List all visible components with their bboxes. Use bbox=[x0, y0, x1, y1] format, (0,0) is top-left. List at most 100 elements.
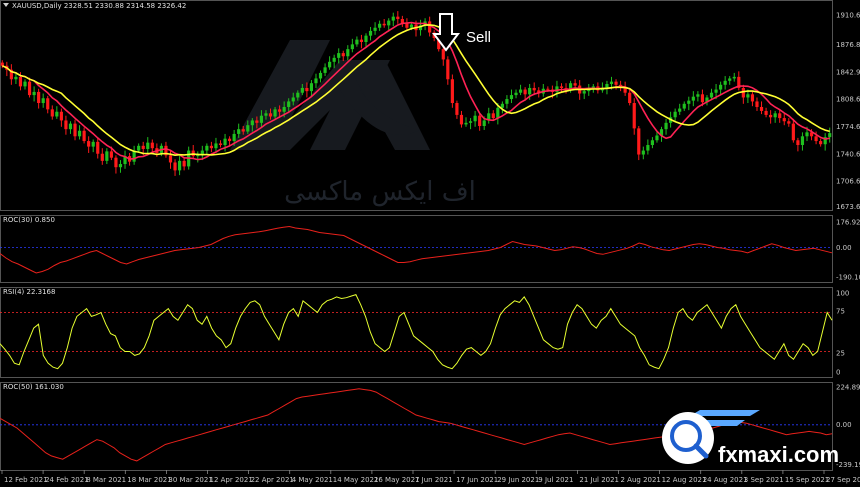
candle-body bbox=[646, 145, 650, 151]
candle-body bbox=[177, 160, 182, 171]
candle-body bbox=[96, 141, 100, 154]
candle-body bbox=[355, 39, 359, 45]
candle-body bbox=[528, 87, 532, 95]
candle-body bbox=[291, 97, 295, 102]
candle-body bbox=[228, 138, 232, 142]
candle-body bbox=[632, 103, 636, 129]
candle-body bbox=[64, 120, 68, 130]
candle-body bbox=[409, 24, 414, 28]
candle-body bbox=[787, 121, 791, 124]
candle-body bbox=[791, 123, 795, 141]
candle-body bbox=[314, 78, 318, 84]
candle-body bbox=[828, 133, 832, 138]
y-tick-label: 1808.60 bbox=[836, 96, 860, 104]
candle-body bbox=[341, 53, 345, 57]
candle-body bbox=[741, 87, 745, 98]
candle-body bbox=[464, 122, 468, 125]
candle-body bbox=[328, 61, 332, 68]
candle-body bbox=[268, 113, 273, 117]
candle-body bbox=[546, 88, 550, 90]
dropdown-triangle-icon[interactable] bbox=[3, 3, 9, 7]
candle-body bbox=[32, 91, 36, 96]
candle-body bbox=[250, 120, 254, 126]
candle-body bbox=[687, 100, 691, 104]
candle-body bbox=[300, 87, 304, 93]
x-tick-label: 14 May 2021 bbox=[333, 476, 379, 484]
candle-body bbox=[87, 141, 91, 147]
candle-body bbox=[141, 145, 145, 149]
candle-body bbox=[709, 92, 714, 98]
candle-body bbox=[264, 113, 268, 116]
x-tick-label: 18 Mar 2021 bbox=[127, 476, 171, 484]
candle-body bbox=[532, 87, 536, 91]
x-tick-label: 2 Aug 2021 bbox=[621, 476, 661, 484]
candle-body bbox=[114, 157, 118, 168]
candle-body bbox=[59, 111, 63, 121]
candle-body bbox=[700, 94, 705, 103]
x-tick-label: 8 Mar 2021 bbox=[86, 476, 126, 484]
candle-body bbox=[814, 136, 818, 142]
main-panel-title: XAUUSD,Daily 2328.51 2330.88 2314.58 232… bbox=[12, 2, 186, 10]
candle-body bbox=[246, 125, 250, 132]
candle-body bbox=[255, 120, 259, 123]
candle-body bbox=[682, 103, 686, 109]
candle-body bbox=[728, 78, 732, 81]
y-tick-label: 1774.60 bbox=[836, 123, 860, 131]
y-tick-label: 176.923 bbox=[836, 219, 860, 227]
candle-body bbox=[650, 140, 655, 146]
candle-body bbox=[441, 49, 445, 60]
candle-body bbox=[346, 49, 350, 57]
x-axis-labels: 12 Feb 202124 Feb 20218 Mar 2021 18 Mar 2… bbox=[1, 470, 860, 484]
y-tick-label: 75 bbox=[836, 307, 845, 315]
candle-body bbox=[182, 160, 186, 167]
candle-body bbox=[755, 101, 759, 107]
candle-body bbox=[232, 133, 236, 142]
x-tick-label: 7 Jun 2021 bbox=[415, 476, 453, 484]
candle-body bbox=[209, 145, 214, 149]
candle-body bbox=[259, 115, 264, 123]
candle-body bbox=[223, 138, 227, 146]
candle-body bbox=[800, 136, 805, 146]
candle-body bbox=[559, 86, 564, 88]
candle-body bbox=[446, 59, 450, 80]
candle-body bbox=[77, 130, 82, 137]
candle-body bbox=[764, 110, 768, 115]
y-tick-label: 0.00 bbox=[836, 244, 852, 252]
candle-body bbox=[518, 89, 523, 93]
candle-body bbox=[505, 99, 509, 104]
panel-frames bbox=[0, 0, 833, 471]
y-tick-label: 1706.60 bbox=[836, 178, 860, 186]
candle-body bbox=[150, 142, 154, 149]
candle-body bbox=[305, 87, 309, 92]
candle-body bbox=[391, 16, 395, 21]
candle-body bbox=[378, 23, 382, 28]
candle-body bbox=[496, 107, 500, 119]
candle-body bbox=[332, 57, 336, 62]
candle-body bbox=[732, 76, 736, 79]
candle-body bbox=[582, 91, 586, 94]
candle-body bbox=[750, 94, 755, 102]
candle-body bbox=[805, 132, 809, 137]
candle-body bbox=[14, 76, 18, 80]
x-tick-label: 24 Aug 2021 bbox=[703, 476, 748, 484]
x-tick-label: 29 Jun 2021 bbox=[497, 476, 539, 484]
candle-body bbox=[27, 81, 32, 96]
candle-body bbox=[796, 140, 800, 146]
candle-body bbox=[18, 76, 23, 87]
candle-body bbox=[637, 128, 641, 155]
y-tick-label: -239.195 bbox=[836, 461, 860, 469]
candle-body bbox=[478, 115, 482, 126]
candle-body bbox=[73, 123, 77, 137]
candle-body bbox=[655, 135, 659, 141]
candle-body bbox=[678, 108, 682, 112]
candle-body bbox=[387, 20, 391, 26]
sell-label: Sell bbox=[466, 29, 491, 46]
fxmaxi-logo: fxmaxi.com bbox=[662, 410, 839, 467]
candle-body bbox=[323, 67, 327, 73]
y-tick-label: 1910.65 bbox=[836, 12, 860, 20]
candle-body bbox=[400, 19, 404, 23]
candle-body bbox=[50, 109, 54, 117]
y-tick-label: 1740.60 bbox=[836, 150, 860, 158]
candle-body bbox=[782, 118, 786, 122]
candle-body bbox=[491, 113, 495, 119]
